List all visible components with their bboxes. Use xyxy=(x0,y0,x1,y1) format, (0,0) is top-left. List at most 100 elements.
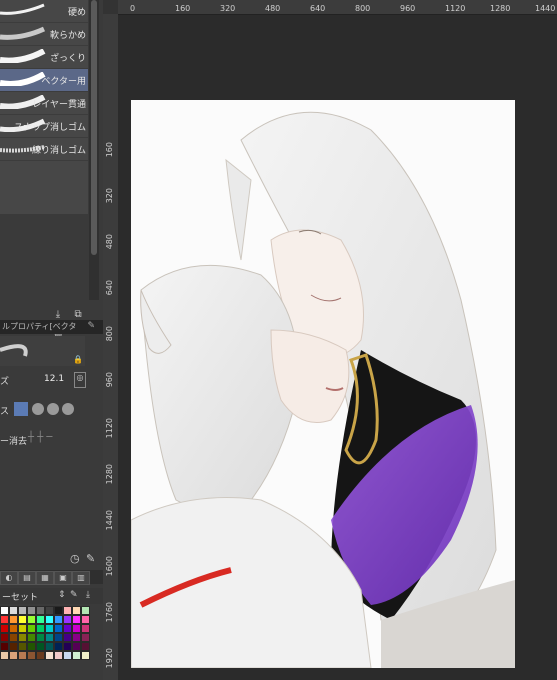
tab-intermediate[interactable]: ▣ xyxy=(54,571,72,585)
color-swatch[interactable] xyxy=(72,624,81,633)
color-swatch[interactable] xyxy=(9,642,18,651)
brush-tip-selected[interactable] xyxy=(14,402,28,416)
color-swatch[interactable] xyxy=(63,642,72,651)
color-swatch[interactable] xyxy=(72,606,81,615)
color-swatch[interactable] xyxy=(36,606,45,615)
color-swatch[interactable] xyxy=(0,651,9,660)
brush-label: 硬め xyxy=(67,8,86,18)
color-swatch[interactable] xyxy=(0,606,9,615)
color-swatch[interactable] xyxy=(27,606,36,615)
color-swatch[interactable] xyxy=(0,624,9,633)
color-swatch[interactable] xyxy=(36,651,45,660)
color-swatch[interactable] xyxy=(9,633,18,642)
brush-size-value[interactable]: 12.1 xyxy=(44,374,64,384)
color-swatch[interactable] xyxy=(72,633,81,642)
lock-icon[interactable]: 🔒 xyxy=(73,355,83,364)
scrollbar-thumb[interactable] xyxy=(91,0,97,255)
tab-color-wheel[interactable]: ◐ xyxy=(0,571,18,585)
color-swatch[interactable] xyxy=(81,651,90,660)
brush-item-rough[interactable]: ざっくり xyxy=(0,46,88,69)
color-swatch[interactable] xyxy=(81,633,90,642)
color-swatch[interactable] xyxy=(45,642,54,651)
drawing-canvas[interactable] xyxy=(131,100,515,668)
color-swatch[interactable] xyxy=(45,651,54,660)
color-swatch[interactable] xyxy=(27,633,36,642)
color-swatch[interactable] xyxy=(0,615,9,624)
color-swatch[interactable] xyxy=(27,615,36,624)
color-swatch[interactable] xyxy=(81,606,90,615)
color-swatch[interactable] xyxy=(54,642,63,651)
color-swatch[interactable] xyxy=(9,651,18,660)
history-icon[interactable]: ◷ xyxy=(70,552,80,565)
color-swatch[interactable] xyxy=(18,606,27,615)
brush-item-snap-eraser[interactable]: スナップ消しゴム xyxy=(0,115,88,138)
brush-tip-option[interactable] xyxy=(32,403,44,415)
color-swatch[interactable] xyxy=(18,624,27,633)
color-swatch[interactable] xyxy=(9,624,18,633)
brush-item-soft[interactable]: 軟らかめ xyxy=(0,23,88,46)
wrench-icon[interactable]: ✎ xyxy=(70,590,78,600)
color-swatch[interactable] xyxy=(45,615,54,624)
download-icon[interactable]: ⤓ xyxy=(86,590,90,600)
brush-preview: 🔒 xyxy=(0,336,85,366)
tool-property-header: ルプロパティ[ベクタ ✎ xyxy=(0,320,103,334)
color-swatch[interactable] xyxy=(72,615,81,624)
brush-label: 軟らかめ xyxy=(49,31,86,41)
color-swatch[interactable] xyxy=(81,624,90,633)
color-swatch[interactable] xyxy=(81,615,90,624)
color-swatch[interactable] xyxy=(54,633,63,642)
color-swatch[interactable] xyxy=(45,606,54,615)
color-swatch[interactable] xyxy=(45,633,54,642)
brush-list-actions: ⤓ ⧉ 🗑 xyxy=(52,302,103,339)
color-swatch[interactable] xyxy=(18,651,27,660)
tab-approximate[interactable]: ▥ xyxy=(72,571,90,585)
color-swatch[interactable] xyxy=(63,615,72,624)
brush-list: 硬め 軟らかめ ざっくり ベクター用 レイヤー貫通 スナップ消しゴム 練り消しゴ… xyxy=(0,0,88,214)
color-swatch[interactable] xyxy=(9,606,18,615)
brush-item-hard[interactable]: 硬め xyxy=(0,0,88,23)
color-swatch[interactable] xyxy=(63,606,72,615)
color-swatch[interactable] xyxy=(0,642,9,651)
brush-item-kneaded-eraser[interactable]: 練り消しゴム xyxy=(0,138,88,161)
color-swatch[interactable] xyxy=(18,642,27,651)
color-swatch[interactable] xyxy=(54,651,63,660)
brush-stroke-preview xyxy=(0,49,46,63)
brush-tip-option[interactable] xyxy=(47,403,59,415)
erase-mode-icons[interactable]: ┼ ┼ ─ xyxy=(28,432,52,443)
brush-list-scrollbar[interactable] xyxy=(89,0,99,300)
color-swatch[interactable] xyxy=(72,651,81,660)
tab-color-slider[interactable]: ▤ xyxy=(18,571,36,585)
chevron-updown-icon[interactable]: ⇕ xyxy=(58,590,66,600)
color-swatch[interactable] xyxy=(27,624,36,633)
ruler-tick-label: 480 xyxy=(265,4,281,13)
color-swatch[interactable] xyxy=(63,633,72,642)
brush-item-layer-through[interactable]: レイヤー貫通 xyxy=(0,92,88,115)
color-swatch[interactable] xyxy=(36,642,45,651)
brush-item-vector[interactable]: ベクター用 xyxy=(0,69,88,92)
color-swatch[interactable] xyxy=(0,633,9,642)
color-swatch[interactable] xyxy=(36,633,45,642)
color-swatch[interactable] xyxy=(54,624,63,633)
ruler-tick-label: 0 xyxy=(130,4,136,13)
ruler-tick-label: 1440 xyxy=(535,4,556,13)
color-swatch[interactable] xyxy=(9,615,18,624)
wrench-icon[interactable]: ✎ xyxy=(86,552,95,565)
color-set-selector[interactable]: ーセット ⇕ ✎ ⤓ xyxy=(0,588,103,604)
pressure-toggle-icon[interactable]: ◎ xyxy=(74,372,86,388)
color-swatch[interactable] xyxy=(36,624,45,633)
color-swatch[interactable] xyxy=(18,615,27,624)
color-swatch[interactable] xyxy=(54,606,63,615)
tab-color-set[interactable]: ▦ xyxy=(36,571,54,585)
color-swatch[interactable] xyxy=(27,651,36,660)
color-swatch[interactable] xyxy=(27,642,36,651)
color-swatch[interactable] xyxy=(63,624,72,633)
color-swatch[interactable] xyxy=(36,615,45,624)
color-swatch[interactable] xyxy=(54,615,63,624)
wrench-icon[interactable]: ✎ xyxy=(87,321,95,331)
color-swatch[interactable] xyxy=(81,642,90,651)
brush-tip-option[interactable] xyxy=(62,403,74,415)
color-swatch[interactable] xyxy=(63,651,72,660)
color-swatch[interactable] xyxy=(18,633,27,642)
color-swatch[interactable] xyxy=(72,642,81,651)
color-swatch[interactable] xyxy=(45,624,54,633)
